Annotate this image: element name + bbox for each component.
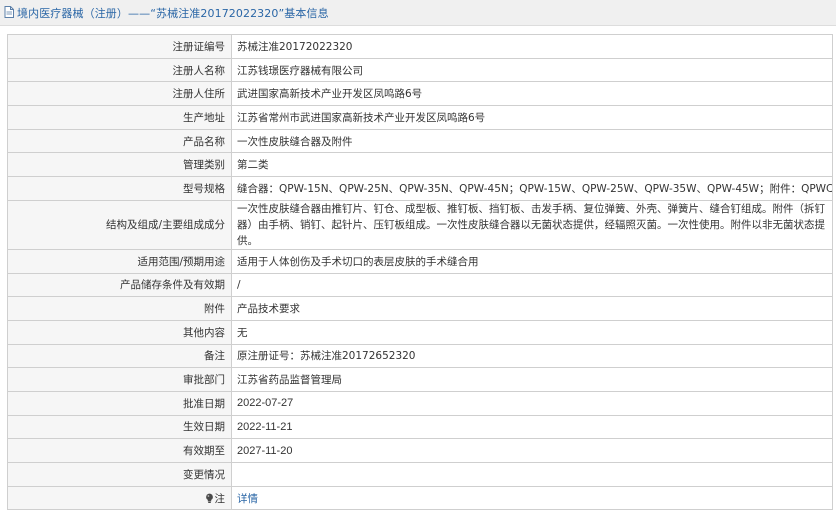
approval-date-value: 2022-07-27 [231,390,833,416]
note-label-cell: 注 [7,485,232,511]
table-row: 注册证编号 苏械注准20172022320 [7,34,833,59]
registration-info-table: 注册证编号 苏械注准20172022320 注册人名称 江苏钱璟医疗器械有限公司… [7,34,833,511]
details-cell: 详情 [231,485,833,511]
table-row: 注 详情 [7,485,833,511]
row-label: 结构及组成/主要组成成分 [7,199,232,250]
row-label: 批准日期 [7,390,232,416]
row-label: 注册人名称 [7,57,232,83]
table-row: 产品储存条件及有效期 / [7,272,833,298]
table-row: 注册人名称 江苏钱璟医疗器械有限公司 [7,57,833,83]
production-address-value: 江苏省常州市武进国家高新技术产业开发区凤鸣路6号 [231,105,833,130]
page-header: 境内医疗器械（注册）——“苏械注准20172022320”基本信息 [0,0,836,26]
approval-department-value: 江苏省药品监督管理局 [231,367,833,392]
intended-use-value: 适用于人体创伤及手术切口的表层皮肤的手术缝合用 [231,248,833,274]
table-row: 变更情况 [7,462,833,487]
table-row: 有效期至 2027-11-20 [7,438,833,463]
table-row: 结构及组成/主要组成成分 一次性皮肤缝合器由推钉片、钉仓、成型板、推钉板、挡钉板… [7,199,833,250]
table-row: 批准日期 2022-07-27 [7,390,833,416]
change-history-value [231,462,833,487]
attachment-value: 产品技术要求 [231,296,833,321]
row-label: 型号规格 [7,176,232,201]
table-row: 型号规格 缝合器：QPW-15N、QPW-25N、QPW-35N、QPW-45N… [7,176,833,201]
registrant-address-value: 武进国家高新技术产业开发区凤鸣路6号 [231,81,833,107]
registration-number-value: 苏械注准20172022320 [231,34,833,59]
document-icon [4,6,14,18]
row-label: 备注 [7,343,232,369]
table-row: 生效日期 2022-11-21 [7,414,833,440]
table-row: 其他内容 无 [7,319,833,345]
row-label: 其他内容 [7,319,232,345]
table-row: 适用范围/预期用途 适用于人体创伤及手术切口的表层皮肤的手术缝合用 [7,248,833,274]
table-row: 审批部门 江苏省药品监督管理局 [7,367,833,392]
row-label: 管理类别 [7,152,232,178]
row-label: 注册人住所 [7,81,232,107]
table-row: 管理类别 第二类 [7,152,833,178]
row-label: 适用范围/预期用途 [7,248,232,274]
storage-validity-value: / [231,272,833,298]
table-row: 生产地址 江苏省常州市武进国家高新技术产业开发区凤鸣路6号 [7,105,833,130]
row-label: 变更情况 [7,462,232,487]
valid-until-value: 2027-11-20 [231,438,833,463]
row-label: 产品储存条件及有效期 [7,272,232,298]
row-label: 注册证编号 [7,34,232,59]
row-label: 产品名称 [7,128,232,154]
model-spec-value: 缝合器：QPW-15N、QPW-25N、QPW-35N、QPW-45N；QPW-… [231,176,833,201]
row-label: 附件 [7,296,232,321]
table-row: 备注 原注册证号：苏械注准20172652320 [7,343,833,369]
structure-composition-value: 一次性皮肤缝合器由推钉片、钉仓、成型板、推钉板、挡钉板、击发手柄、复位弹簧、外壳… [231,199,833,250]
other-content-value: 无 [231,319,833,345]
row-label: 审批部门 [7,367,232,392]
product-name-value: 一次性皮肤缝合器及附件 [231,128,833,154]
management-class-value: 第二类 [231,152,833,178]
page-title: 境内医疗器械（注册）——“苏械注准20172022320”基本信息 [17,7,329,20]
details-link[interactable]: 详情 [237,493,258,505]
table-row: 附件 产品技术要求 [7,296,833,321]
registrant-name-value: 江苏钱璟医疗器械有限公司 [231,57,833,83]
effective-date-value: 2022-11-21 [231,414,833,440]
table-row: 产品名称 一次性皮肤缝合器及附件 [7,128,833,154]
table-row: 注册人住所 武进国家高新技术产业开发区凤鸣路6号 [7,81,833,107]
lightbulb-icon [205,493,213,503]
remarks-value: 原注册证号：苏械注准20172652320 [231,343,833,369]
row-label: 生产地址 [7,105,232,130]
row-label: 有效期至 [7,438,232,463]
row-label: 注 [214,492,226,505]
row-label: 生效日期 [7,414,232,440]
